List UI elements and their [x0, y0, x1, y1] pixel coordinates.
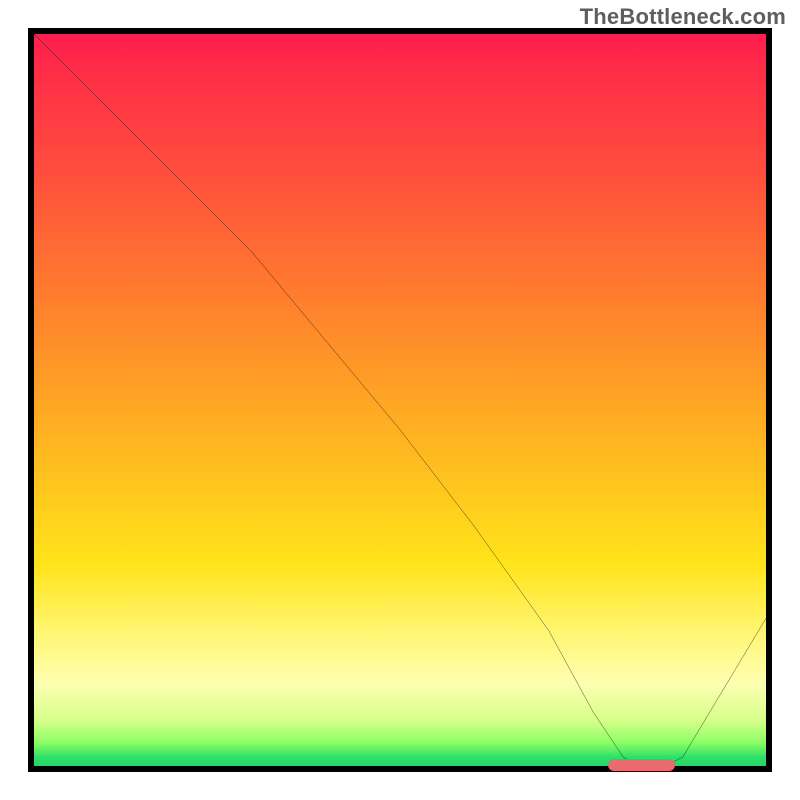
bottleneck-curve: [28, 28, 772, 772]
watermark-label: TheBottleneck.com: [580, 4, 786, 30]
chart-container: TheBottleneck.com: [0, 0, 800, 800]
plot-area: [28, 28, 772, 772]
optimal-range-marker: [608, 759, 675, 771]
curve-line: [28, 28, 772, 772]
